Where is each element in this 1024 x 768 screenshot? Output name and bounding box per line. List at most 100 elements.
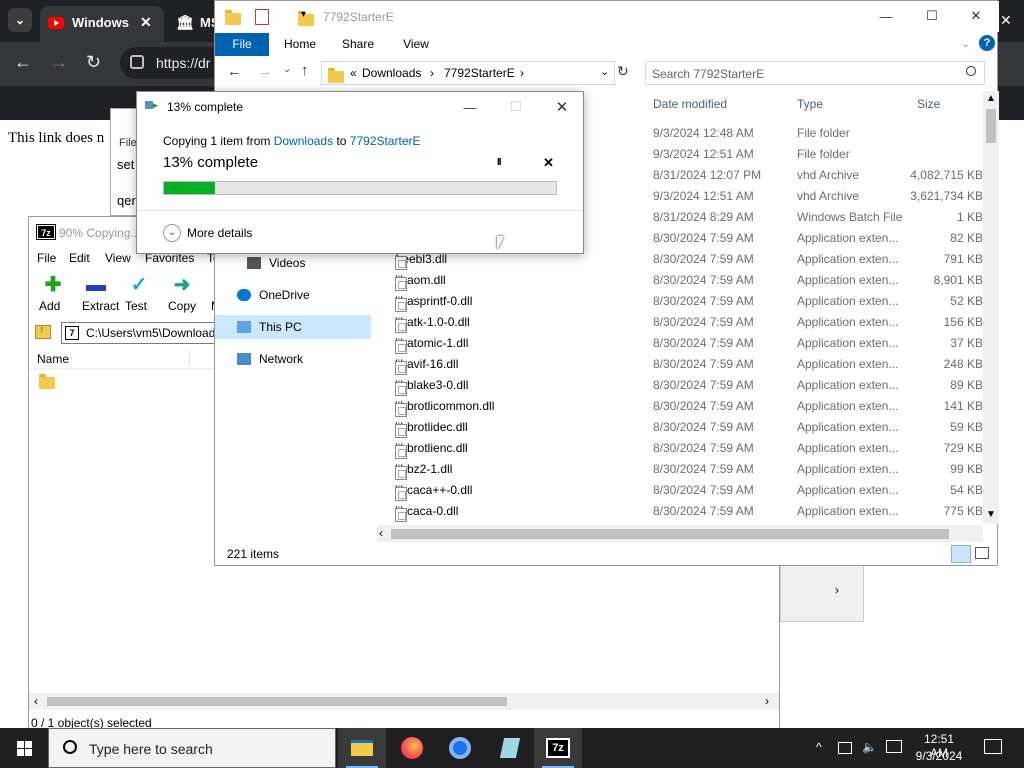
search-icon[interactable]	[966, 66, 976, 76]
tab-list-button[interactable]: ⌄	[8, 8, 32, 32]
tab-share[interactable]: Share	[331, 33, 385, 56]
clock-date[interactable]: 9/3/2024	[914, 749, 964, 763]
file-row[interactable]: libaom.dll 8/30/2024 7:59 AM Application e…	[377, 269, 985, 291]
file-row[interactable]: libavif-16.dll 8/30/2024 7:59 AM Applicati…	[377, 353, 985, 375]
scroll-thumb[interactable]	[47, 697, 507, 706]
maximize-icon[interactable]: ☐	[493, 92, 539, 122]
file-row[interactable]: libbz2-1.dll 8/30/2024 7:59 AM Application…	[377, 458, 985, 480]
file-type: Application exten...	[797, 273, 899, 287]
breadcrumb-current[interactable]: 7792StarterE	[444, 66, 515, 80]
show-hidden-icons-icon[interactable]: ^	[816, 740, 822, 754]
qat-dropdown-icon[interactable]: ▾	[301, 9, 306, 20]
folder-icon[interactable]	[39, 373, 55, 389]
properties-icon[interactable]	[255, 9, 269, 25]
volume-muted-icon[interactable]: 🔈	[862, 740, 877, 754]
sevenzip-hscroll[interactable]: ‹ ›	[29, 693, 779, 710]
file-row[interactable]: libcaca++-0.dll 8/30/2024 7:59 AM Applicat…	[377, 479, 985, 501]
recent-dropdown-icon[interactable]: ⌄	[283, 64, 291, 75]
back-icon[interactable]: ←	[14, 52, 32, 73]
ribbon-expand-icon[interactable]: ⌄	[961, 37, 970, 50]
scroll-right-icon[interactable]: ›	[835, 583, 839, 597]
more-details-button[interactable]: More details	[187, 226, 252, 240]
forward-icon[interactable]: →	[257, 63, 272, 80]
add-button[interactable]: ✚ Add	[33, 271, 73, 317]
copy-button[interactable]: ➜ Copy	[162, 271, 202, 317]
browser-close-icon[interactable]: ✕	[1000, 12, 1012, 29]
taskbar-search[interactable]: Type here to search	[48, 728, 336, 768]
refresh-icon[interactable]: ↻	[617, 63, 629, 80]
taskbar-notepad[interactable]	[486, 728, 534, 768]
scroll-left-icon[interactable]: ‹	[379, 526, 383, 540]
notification-icon[interactable]	[984, 739, 1002, 754]
tab-file[interactable]: File	[215, 33, 269, 56]
file-name: libatomic-1.dll	[395, 336, 468, 354]
taskbar-chrome[interactable]	[436, 728, 484, 768]
scroll-up-icon[interactable]: ▲	[986, 93, 996, 104]
up-icon[interactable]: ↑	[301, 62, 309, 79]
scroll-down-icon[interactable]: ▼	[986, 509, 996, 520]
help-icon[interactable]: ?	[979, 35, 995, 51]
col-name-header[interactable]: Name	[37, 352, 69, 366]
file-row[interactable]: libbrotlidec.dll 8/30/2024 7:59 AM Applica…	[377, 416, 985, 438]
scroll-thumb[interactable]	[986, 109, 996, 143]
toolbar-label: Copy	[168, 299, 197, 313]
expand-chevron-icon[interactable]: ⌄	[163, 224, 181, 242]
scroll-left-icon[interactable]: ‹	[34, 694, 38, 708]
source-link[interactable]: Downloads	[274, 134, 333, 148]
large-icons-view-icon[interactable]	[975, 547, 989, 559]
pause-button[interactable]: II	[497, 157, 501, 168]
maximize-icon[interactable]: ☐	[909, 1, 955, 31]
menu-item-file[interactable]: File	[37, 251, 56, 265]
nav-item-network[interactable]: Network	[215, 347, 371, 371]
file-row[interactable]: libcaca-0.dll 8/30/2024 7:59 AM Applicatio…	[377, 500, 985, 522]
file-row[interactable]: libasprintf-0.dll 8/30/2024 7:59 AM Applic…	[377, 290, 985, 312]
file-row[interactable]: libblake3-0.dll 8/30/2024 7:59 AM Applicat…	[377, 374, 985, 396]
menu-item-view[interactable]: View	[105, 251, 131, 265]
address-dropdown-icon[interactable]: ⌄	[600, 65, 609, 78]
breadcrumb-downloads[interactable]: Downloads	[362, 66, 421, 80]
search-box[interactable]: Search 7792StarterE	[645, 61, 985, 85]
site-info-icon[interactable]	[130, 55, 144, 69]
details-view-icon[interactable]	[951, 545, 971, 563]
forward-icon[interactable]: →	[50, 52, 68, 73]
nav-item-this-pc[interactable]: This PC	[215, 315, 371, 339]
address-bar[interactable]: « Downloads › 7792StarterE › ⌄	[321, 61, 615, 85]
destination-link[interactable]: 7792StarterE	[350, 134, 421, 148]
tab-home[interactable]: Home	[271, 33, 329, 56]
display-icon[interactable]	[886, 740, 902, 753]
back-icon[interactable]: ←	[227, 63, 242, 80]
file-row[interactable]: libbrotlienc.dll 8/30/2024 7:59 AM Applica…	[377, 437, 985, 459]
horizontal-scrollbar[interactable]: ‹	[377, 525, 983, 542]
nav-item-videos[interactable]: Videos	[215, 251, 371, 275]
tab-view[interactable]: View	[391, 33, 441, 56]
file-size: 82 KB	[950, 231, 983, 245]
extract-button[interactable]: ▬ Extract	[76, 271, 119, 317]
cancel-icon[interactable]: ✕	[543, 155, 554, 171]
col-size-header[interactable]: Size	[917, 97, 940, 111]
col-divider[interactable]	[189, 350, 190, 366]
col-type-header[interactable]: Type	[797, 97, 823, 111]
file-row[interactable]: libatk-1.0-0.dll 8/30/2024 7:59 AM Applica…	[377, 311, 985, 333]
reload-icon[interactable]: ↻	[86, 52, 101, 73]
close-icon[interactable]: ✕	[539, 92, 585, 122]
browser-tab-youtube[interactable]: Windows ✕	[40, 6, 164, 42]
col-date-header[interactable]: Date modified	[653, 97, 727, 111]
nav-item-onedrive[interactable]: OneDrive	[215, 283, 371, 307]
scroll-right-icon[interactable]: ›	[765, 694, 769, 708]
file-row[interactable]: libbrotlicommon.dll 8/30/2024 7:59 AM Appl…	[377, 395, 985, 417]
vertical-scrollbar[interactable]: ▲ ▼	[983, 91, 999, 524]
minimize-icon[interactable]: —	[447, 92, 493, 122]
taskbar-sevenzip[interactable]: 7z	[534, 728, 582, 768]
dll-file-icon	[395, 508, 407, 522]
minimize-icon[interactable]: —	[863, 1, 909, 31]
network-icon[interactable]	[838, 742, 852, 754]
close-icon[interactable]: ✕	[953, 1, 999, 31]
menu-item-edit[interactable]: Edit	[69, 251, 90, 265]
taskbar-file-explorer[interactable]	[338, 728, 386, 768]
file-row[interactable]: libatomic-1.dll 8/30/2024 7:59 AM Applicat…	[377, 332, 985, 354]
start-button[interactable]	[0, 728, 48, 768]
tab-close-icon[interactable]: ✕	[140, 14, 152, 31]
test-button[interactable]: ✓ Test	[119, 271, 159, 317]
taskbar-firefox[interactable]	[388, 728, 436, 768]
scroll-thumb[interactable]	[391, 529, 949, 539]
